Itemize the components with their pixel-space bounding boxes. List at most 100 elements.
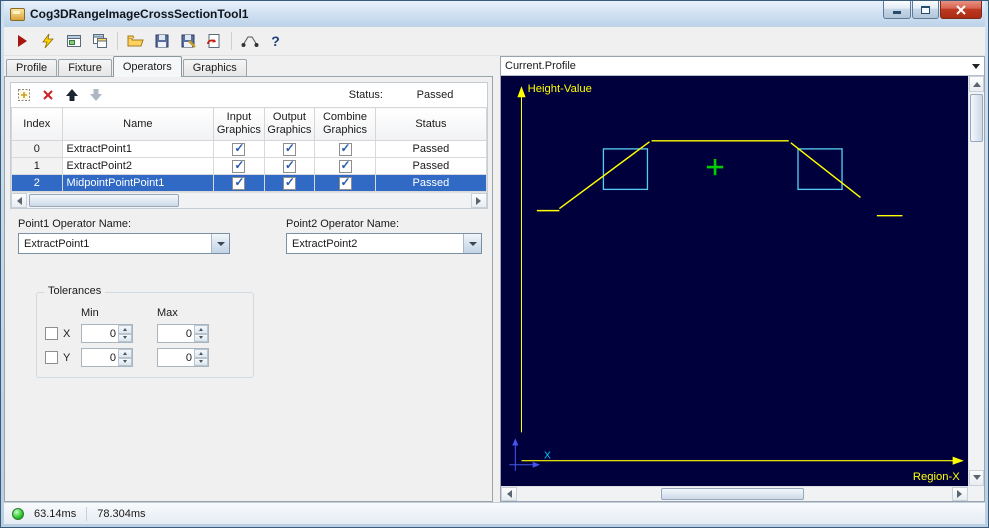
point2-operator-combobox[interactable]: ExtractPoint2: [286, 233, 482, 254]
move-up-button[interactable]: [63, 86, 81, 104]
tool-display-button[interactable]: [62, 30, 85, 53]
col-header-status[interactable]: Status: [374, 107, 488, 141]
combine-graphics-checkbox[interactable]: [338, 158, 352, 173]
tolerance-x-min-value[interactable]: 0: [82, 325, 118, 342]
minimize-button[interactable]: [883, 1, 911, 19]
save-as-button[interactable]: [176, 30, 199, 53]
chevron-down-icon[interactable]: [211, 234, 229, 253]
spin-up-button[interactable]: [194, 325, 208, 334]
tab-profile[interactable]: Profile: [6, 59, 58, 77]
scroll-right-button[interactable]: [471, 193, 487, 208]
tolerance-x-max-value[interactable]: 0: [158, 325, 194, 342]
svg-text:X: X: [544, 451, 551, 462]
scrollbar-thumb[interactable]: [29, 194, 179, 207]
combine-graphics-checkbox[interactable]: [338, 141, 352, 156]
input-graphics-checkbox[interactable]: [232, 141, 246, 156]
delete-operator-button[interactable]: [39, 86, 57, 104]
live-run-button[interactable]: [36, 30, 59, 53]
operators-table: Index Name Input Graphics Output Graphic…: [11, 107, 488, 192]
table-row[interactable]: 1 ExtractPoint2 Passed: [11, 157, 488, 175]
tolerance-y-checkbox[interactable]: [45, 351, 58, 364]
tolerance-y-min-spinner[interactable]: 0: [81, 348, 133, 367]
tool-display-icon: [66, 35, 81, 47]
scroll-right-button[interactable]: [952, 487, 968, 501]
point1-operator-combobox[interactable]: ExtractPoint1: [18, 233, 230, 254]
scroll-left-button[interactable]: [11, 193, 27, 208]
combine-graphics-checkbox[interactable]: [338, 175, 352, 190]
profile-chart-area[interactable]: Height-Value Region-X X: [501, 76, 984, 501]
lightning-icon: [41, 33, 54, 49]
open-button[interactable]: [124, 30, 147, 53]
import-button[interactable]: [202, 30, 225, 53]
output-graphics-checkbox[interactable]: [282, 141, 296, 156]
profile-chart[interactable]: Height-Value Region-X X: [501, 76, 968, 486]
col-header-output-graphics[interactable]: Output Graphics: [263, 107, 316, 141]
scrollbar-track[interactable]: [969, 92, 984, 470]
spin-down-button[interactable]: [194, 357, 208, 366]
maximize-button[interactable]: [912, 1, 939, 19]
signal-button[interactable]: [238, 30, 261, 53]
chevron-down-icon[interactable]: [968, 59, 984, 73]
scroll-left-button[interactable]: [501, 487, 517, 501]
add-operator-button[interactable]: [15, 86, 33, 104]
tolerances-title: Tolerances: [44, 285, 106, 297]
operator-name-cell[interactable]: ExtractPoint2: [61, 157, 215, 175]
chart-vertical-scrollbar[interactable]: [968, 76, 984, 486]
tab-graphics[interactable]: Graphics: [182, 59, 247, 77]
scroll-down-button[interactable]: [969, 470, 984, 486]
scroll-up-icon: [972, 78, 981, 87]
status-value: Passed: [416, 89, 454, 101]
tab-operators[interactable]: Operators: [112, 56, 182, 77]
scrollbar-thumb[interactable]: [970, 94, 983, 142]
left-pane: Profile Fixture Operators Graphics Statu…: [4, 56, 493, 502]
scrollbar-track[interactable]: [517, 487, 952, 501]
tab-fixture[interactable]: Fixture: [58, 59, 112, 77]
operator-name-cell[interactable]: MidpointPointPoint1: [61, 174, 215, 192]
spin-up-button[interactable]: [118, 349, 132, 358]
scrollbar-thumb[interactable]: [660, 488, 805, 500]
col-header-index[interactable]: Index: [11, 107, 63, 141]
chart-horizontal-scrollbar[interactable]: [501, 486, 968, 501]
tolerance-y-max-spinner[interactable]: 0: [157, 348, 209, 367]
table-horizontal-scrollbar[interactable]: [11, 192, 487, 208]
table-row[interactable]: 0 ExtractPoint1 Passed: [11, 140, 488, 158]
tolerance-x-min-spinner[interactable]: 0: [81, 324, 133, 343]
input-graphics-checkbox[interactable]: [232, 158, 246, 173]
close-button[interactable]: [940, 1, 982, 19]
spin-down-button[interactable]: [118, 333, 132, 342]
row-index-cell[interactable]: 0: [11, 140, 63, 158]
chevron-down-icon[interactable]: [463, 234, 481, 253]
operator-name-cell[interactable]: ExtractPoint1: [61, 140, 215, 158]
tolerance-y-max-value[interactable]: 0: [158, 349, 194, 366]
row-index-cell[interactable]: 1: [11, 157, 63, 175]
tolerance-x-max-spinner[interactable]: 0: [157, 324, 209, 343]
save-button[interactable]: [150, 30, 173, 53]
scroll-up-button[interactable]: [969, 76, 984, 92]
operators-grid-panel: Status: Passed Index Name Input Graphics…: [10, 82, 488, 209]
spin-down-button[interactable]: [118, 357, 132, 366]
help-button[interactable]: ?: [264, 30, 287, 53]
run-button[interactable]: [10, 30, 33, 53]
move-down-button[interactable]: [87, 86, 105, 104]
spin-down-button[interactable]: [194, 333, 208, 342]
arrow-up-icon: [66, 89, 78, 101]
table-row[interactable]: 2 MidpointPointPoint1 Passed: [11, 174, 488, 192]
col-header-combine-graphics[interactable]: Combine Graphics: [314, 107, 376, 141]
result-display-button[interactable]: [88, 30, 111, 53]
display-selector-combobox[interactable]: Current.Profile: [501, 57, 984, 76]
col-header-input-graphics[interactable]: Input Graphics: [213, 107, 265, 141]
output-graphics-checkbox[interactable]: [282, 158, 296, 173]
scrollbar-track[interactable]: [27, 193, 471, 208]
titlebar[interactable]: Cog3DRangeImageCrossSectionTool1: [4, 1, 985, 27]
tolerance-y-min-value[interactable]: 0: [82, 349, 118, 366]
spin-up-button[interactable]: [194, 349, 208, 358]
output-graphics-checkbox[interactable]: [282, 175, 296, 190]
input-graphics-checkbox[interactable]: [232, 175, 246, 190]
tolerance-x-checkbox[interactable]: [45, 327, 58, 340]
row-index-cell[interactable]: 2: [11, 174, 63, 192]
pane-splitter[interactable]: [493, 56, 500, 502]
col-header-name[interactable]: Name: [61, 107, 215, 141]
total-time-value: 78.304ms: [97, 507, 146, 520]
spin-up-button[interactable]: [118, 325, 132, 334]
result-display-icon: [92, 34, 107, 48]
